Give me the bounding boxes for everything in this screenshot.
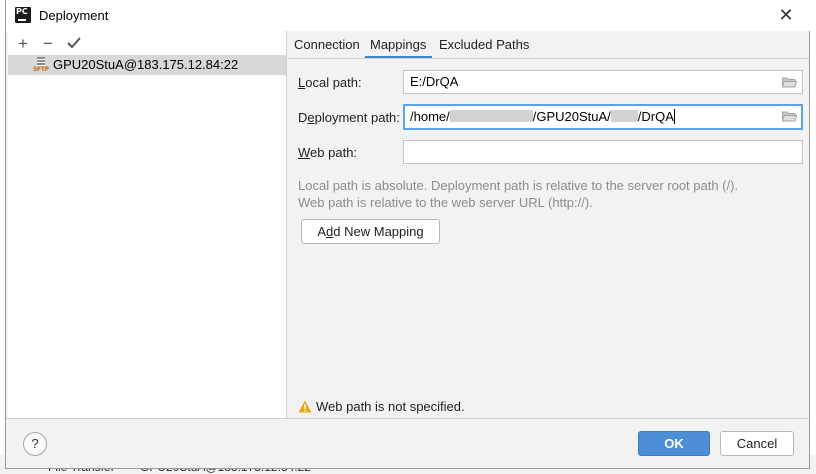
deployment-dialog: PC Deployment ✕ + − SFTP GPU20StuA@183.1… — [5, 0, 811, 469]
ok-button[interactable]: OK — [638, 431, 710, 456]
path-hint-line1: Local path is absolute. Deployment path … — [298, 178, 739, 193]
deployment-path-label: Deployment path: — [298, 110, 400, 125]
close-icon[interactable]: ✕ — [776, 5, 796, 25]
warning-icon — [298, 400, 312, 413]
tab-mappings[interactable]: Mappings — [370, 37, 426, 52]
redacted-segment — [449, 110, 533, 122]
text-cursor — [673, 109, 675, 124]
local-path-field[interactable]: E:/DrQA — [403, 70, 803, 94]
web-path-field[interactable] — [403, 140, 803, 164]
title-bar: PC Deployment ✕ — [6, 0, 811, 31]
folder-icon[interactable] — [782, 111, 797, 122]
add-server-button[interactable]: + — [13, 34, 33, 54]
check-icon[interactable] — [64, 34, 84, 54]
add-new-mapping-button[interactable]: Add New Mapping — [301, 219, 440, 244]
web-path-label: Web path: — [298, 145, 358, 160]
sftp-server-icon: SFTP — [33, 57, 49, 74]
redacted-segment — [610, 110, 638, 122]
help-button[interactable]: ? — [23, 432, 47, 456]
tab-connection[interactable]: Connection — [294, 37, 360, 52]
deployment-path-field[interactable]: /home//GPU20StuA//DrQA — [403, 104, 803, 130]
cancel-button[interactable]: Cancel — [720, 431, 794, 456]
folder-icon[interactable] — [782, 77, 797, 88]
tab-excluded-paths[interactable]: Excluded Paths — [439, 37, 529, 52]
pycharm-app-icon: PC — [15, 7, 31, 23]
mappings-pane: Connection Mappings Excluded Paths Local… — [288, 31, 809, 418]
remove-server-button[interactable]: − — [38, 34, 58, 54]
server-list-item[interactable]: SFTP GPU20StuA@183.175.12.84:22 — [8, 55, 286, 75]
tab-bar: Connection Mappings Excluded Paths — [288, 31, 809, 59]
validation-warning: Web path is not specified. — [298, 399, 465, 414]
local-path-label: Local path: — [298, 75, 362, 90]
window-title: Deployment — [39, 8, 109, 23]
path-hint-line2: Web path is relative to the web server U… — [298, 195, 593, 210]
server-list-pane: + − SFTP GPU20StuA@183.175.12.84:22 — [8, 31, 287, 418]
server-name: GPU20StuA@183.175.12.84:22 — [53, 57, 239, 72]
